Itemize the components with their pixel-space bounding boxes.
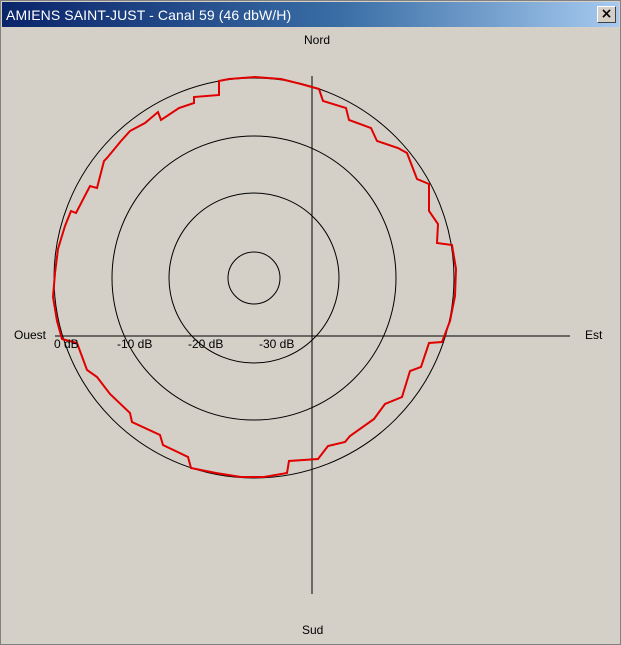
label-nord: Nord (304, 33, 330, 47)
ring-label-20db: -20 dB (188, 337, 223, 351)
label-ouest: Ouest (14, 328, 47, 342)
polar-pattern-window: AMIENS SAINT-JUST - Canal 59 (46 dbW/H) … (0, 0, 621, 645)
radiation-diagram: Nord Sud Ouest Est 0 dB -10 dB -20 dB -3… (14, 33, 603, 637)
label-est: Est (585, 328, 603, 342)
ring-0db (53, 77, 455, 479)
ring-label-10db: -10 dB (117, 337, 152, 351)
ring-30db (227, 251, 281, 305)
close-icon: × (600, 6, 613, 22)
title-bar[interactable]: AMIENS SAINT-JUST - Canal 59 (46 dbW/H) … (2, 2, 619, 27)
window-title: AMIENS SAINT-JUST - Canal 59 (46 dbW/H) (6, 7, 292, 23)
label-sud: Sud (302, 623, 323, 637)
close-button[interactable]: × (597, 6, 616, 23)
ring-label-0db: 0 dB (54, 337, 79, 351)
ring-label-30db: -30 dB (259, 337, 294, 351)
ring-10db (111, 135, 397, 421)
